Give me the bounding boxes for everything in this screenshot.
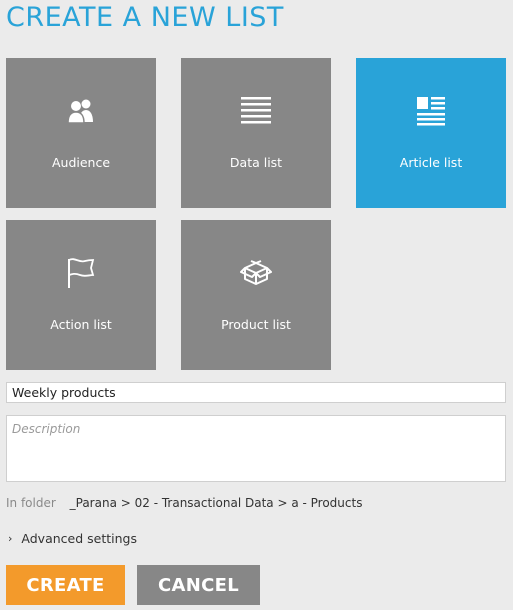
chevron-right-icon: › — [8, 532, 13, 545]
data-list-icon — [181, 94, 331, 128]
folder-path[interactable]: _Parana > 02 - Transactional Data > a - … — [70, 496, 363, 510]
description-field[interactable] — [6, 415, 506, 482]
cancel-button[interactable]: CANCEL — [137, 565, 260, 605]
advanced-settings-toggle[interactable]: › Advanced settings — [8, 531, 137, 546]
list-name-input[interactable] — [6, 382, 506, 403]
tile-label: Data list — [229, 155, 283, 170]
flag-icon — [6, 256, 156, 290]
create-button[interactable]: CREATE — [6, 565, 125, 605]
tile-data-list[interactable]: Data list — [181, 58, 331, 208]
tile-label: Audience — [51, 155, 111, 170]
article-list-icon — [356, 94, 506, 128]
tile-product-list[interactable]: Product list — [181, 220, 331, 370]
tile-label: Article list — [399, 155, 463, 170]
tile-article-list[interactable]: Article list — [356, 58, 506, 208]
tile-action-list[interactable]: Action list — [6, 220, 156, 370]
tile-label: Action list — [50, 317, 112, 332]
product-box-icon — [181, 256, 331, 290]
folder-row: In folder _Parana > 02 - Transactional D… — [6, 496, 362, 510]
audience-icon — [6, 94, 156, 128]
page-title: CREATE A NEW LIST — [6, 2, 284, 33]
tile-audience[interactable]: Audience — [6, 58, 156, 208]
advanced-settings-label: Advanced settings — [21, 531, 137, 546]
tile-label: Product list — [221, 317, 291, 332]
folder-label: In folder — [6, 496, 56, 510]
